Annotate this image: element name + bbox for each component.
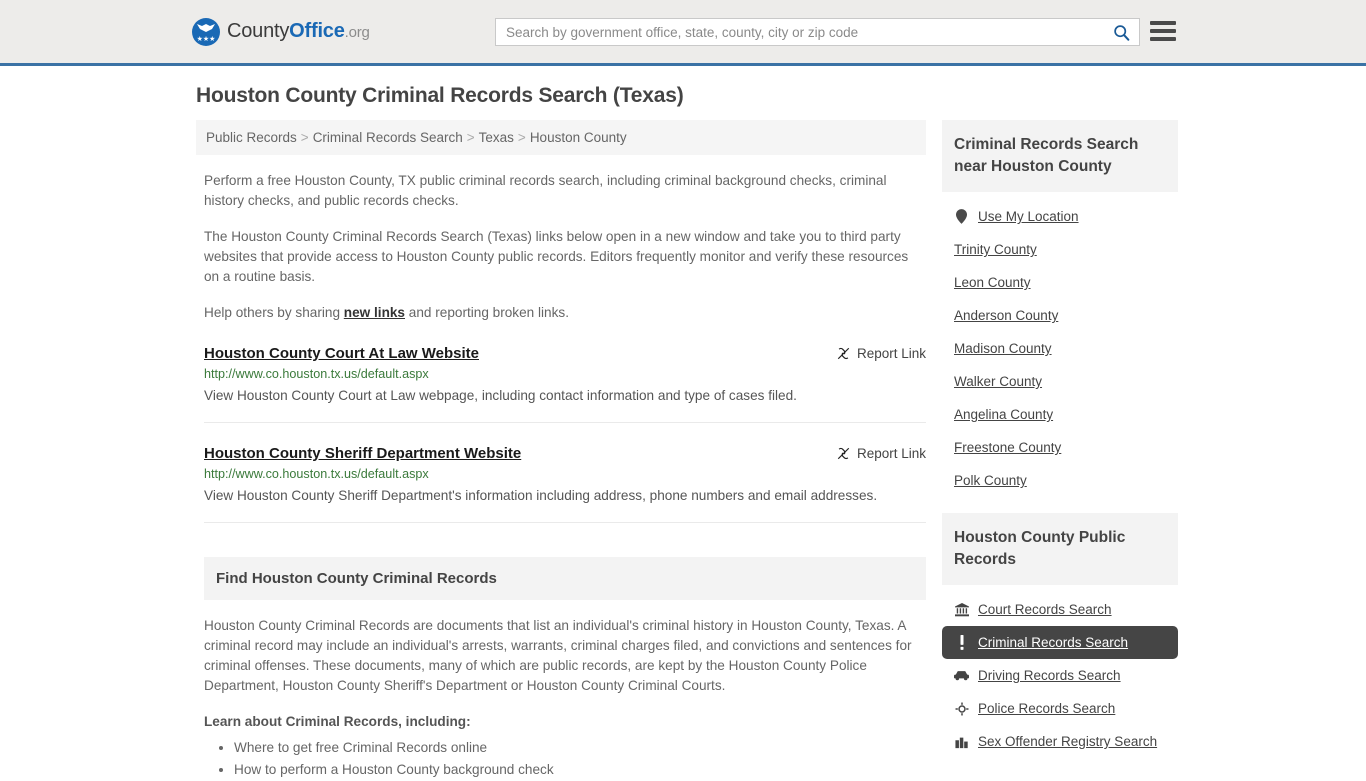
breadcrumb-item-houston-county[interactable]: Houston County [530,130,627,145]
share-text-after: and reporting broken links. [405,305,569,320]
search-bar[interactable] [495,18,1140,46]
public-records-heading: Houston County Public Records [942,513,1178,585]
car-icon [954,668,969,683]
map-pin-icon [954,209,969,224]
sidebar-item-driving-records-search[interactable]: Driving Records Search [942,659,1178,692]
search-icon [1114,24,1130,41]
breadcrumb-separator: > [517,130,526,145]
hamburger-menu-icon[interactable] [1150,20,1176,42]
page-title: Houston County Criminal Records Search (… [196,84,684,107]
result-entry: Houston County Sheriff Department Websit… [204,445,926,523]
search-button[interactable] [1109,24,1139,41]
public-records-list: Court Records Search Criminal Records Se… [942,585,1178,758]
result-description: View Houston County Sheriff Department's… [204,488,878,503]
sidebar-item-label: Use My Location [978,209,1079,224]
breadcrumb-item-criminal-records-search[interactable]: Criminal Records Search [313,130,463,145]
sidebar-item-trinity-county[interactable]: Trinity County [942,233,1178,266]
result-title-row: Houston County Court At Law Website Repo… [204,345,926,362]
sidebar-item-label: Trinity County [954,242,1037,257]
logo-wordmark: CountyOffice.org [227,20,370,43]
result-url: http://www.co.houston.tx.us/default.aspx [204,367,429,381]
hamburger-bar-3 [1150,37,1176,41]
sidebar-item-label: Court Records Search [978,602,1112,617]
logo-text-county: County [227,20,290,42]
intro-paragraph-1: Perform a free Houston County, TX public… [204,173,887,208]
breadcrumb-item-texas[interactable]: Texas [479,130,514,145]
sidebar-item-label: Anderson County [954,308,1059,323]
new-links-link[interactable]: new links [344,305,405,320]
sidebar-item-walker-county[interactable]: Walker County [942,365,1178,398]
sidebar-item-label: Driving Records Search [978,668,1121,683]
broken-link-icon [837,447,850,460]
result-entry: Houston County Court At Law Website Repo… [204,345,926,423]
sidebar-item-label: Polk County [954,473,1027,488]
site-logo[interactable]: ★★★ CountyOffice.org [192,17,370,46]
breadcrumb-item-public-records[interactable]: Public Records [206,130,297,145]
result-url: http://www.co.houston.tx.us/default.aspx [204,467,429,481]
list-item: Where to get free Criminal Records onlin… [234,737,926,758]
intro-paragraph-2: The Houston County Criminal Records Sear… [204,229,909,284]
sidebar-item-sex-offender-registry-search[interactable]: Sex Offender Registry Search [942,725,1178,758]
logo-text-org: .org [344,24,370,41]
countyoffice-logo-icon: ★★★ [192,17,220,46]
breadcrumb-separator: > [300,130,309,145]
intro-paragraph-3: Help others by sharing new links and rep… [204,303,918,323]
find-records-body: Houston County Criminal Records are docu… [204,618,912,693]
public-records-card: Houston County Public Records Court Reco… [942,513,1178,758]
main-content: Public Records > Criminal Records Search > T… [196,120,926,781]
sidebar-item-angelina-county[interactable]: Angelina County [942,398,1178,431]
eagle-icon [197,23,215,32]
sidebar-item-court-records-search[interactable]: Court Records Search [942,593,1178,626]
logo-stars: ★★★ [196,35,216,43]
report-link-button[interactable]: Report Link [836,345,926,361]
sidebar-item-use-my-location[interactable]: Use My Location [942,200,1178,233]
sidebar-item-label: Criminal Records Search [978,635,1129,650]
sidebar-item-madison-county[interactable]: Madison County [942,332,1178,365]
report-link-label: Report Link [856,446,926,461]
building-icon [954,734,969,749]
result-title-row: Houston County Sheriff Department Websit… [204,445,926,462]
result-title-link[interactable]: Houston County Sheriff Department Websit… [204,445,521,462]
search-input[interactable] [496,24,1109,40]
breadcrumb: Public Records > Criminal Records Search > T… [196,120,926,155]
sidebar-item-label: Leon County [954,275,1031,290]
report-link-label: Report Link [856,346,926,361]
courthouse-icon [954,602,969,617]
sidebar-item-police-records-search[interactable]: Police Records Search [942,692,1178,725]
nearby-searches-card: Criminal Records Search near Houston Cou… [942,120,1178,497]
sidebar: Criminal Records Search near Houston Cou… [942,120,1178,774]
sidebar-item-label: Angelina County [954,407,1054,422]
logo-text-office: Office [289,20,345,42]
sidebar-item-leon-county[interactable]: Leon County [942,266,1178,299]
report-link-button[interactable]: Report Link [836,445,926,461]
content-columns: Public Records > Criminal Records Search > T… [188,120,1178,781]
sidebar-item-label: Walker County [954,374,1043,389]
share-text-before: Help others by sharing [204,305,344,320]
result-description: View Houston County Court at Law webpage… [204,388,797,403]
police-badge-icon [954,701,969,716]
learn-about-lead-in: Learn about Criminal Records, including: [204,714,471,729]
sidebar-item-anderson-county[interactable]: Anderson County [942,299,1178,332]
nearby-searches-heading: Criminal Records Search near Houston Cou… [942,120,1178,192]
page-container: Houston County Criminal Records Search (… [188,66,1178,781]
learn-about-list: Where to get free Criminal Records onlin… [204,737,926,780]
result-title-link[interactable]: Houston County Court At Law Website [204,345,479,362]
site-header: ★★★ CountyOffice.org [0,0,1366,66]
sidebar-item-polk-county[interactable]: Polk County [942,464,1178,497]
sidebar-item-freestone-county[interactable]: Freestone County [942,431,1178,464]
sidebar-item-label: Madison County [954,341,1052,356]
hamburger-bar-2 [1150,29,1176,33]
find-records-heading: Find Houston County Criminal Records [204,557,926,600]
broken-link-icon [837,347,850,360]
list-item: How to perform a Houston County backgrou… [234,759,926,780]
breadcrumb-separator: > [466,130,475,145]
sidebar-item-label: Police Records Search [978,701,1116,716]
sidebar-item-criminal-records-search[interactable]: Criminal Records Search [942,626,1178,659]
sidebar-item-label: Sex Offender Registry Search [978,734,1158,749]
exclamation-icon [954,635,969,650]
sidebar-item-label: Freestone County [954,440,1062,455]
hamburger-bar-1 [1150,21,1176,25]
nearby-searches-list: Use My Location Trinity County Leon Coun… [942,192,1178,497]
